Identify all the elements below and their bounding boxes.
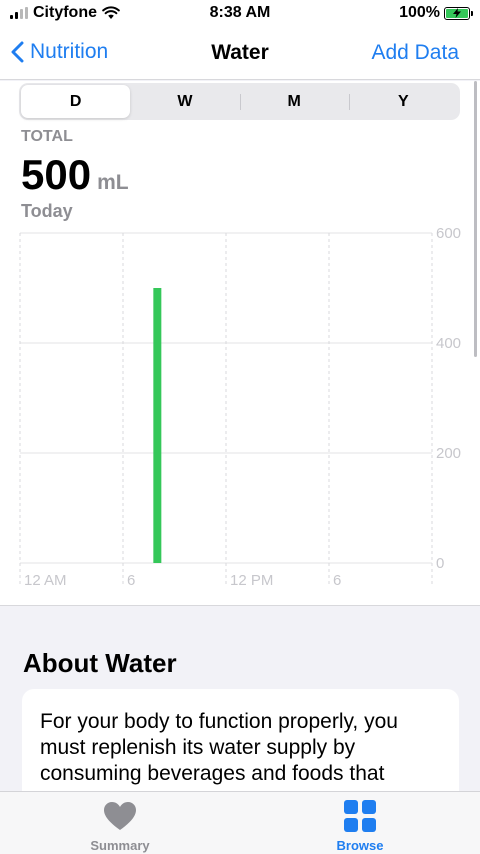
total-date: Today <box>21 201 73 221</box>
total-label: TOTAL <box>21 128 73 145</box>
total-value: 500 mL <box>21 151 129 199</box>
status-left: Cityfone <box>10 4 120 22</box>
total-unit: mL <box>97 171 129 194</box>
y-tick-label: 0 <box>436 555 444 572</box>
y-tick-label: 200 <box>436 445 461 462</box>
tab-summary-label: Summary <box>90 838 150 853</box>
tab-bar: Summary Browse <box>0 791 480 854</box>
water-chart[interactable]: 600 400 200 0 12 AM 6 12 PM 6 <box>0 225 480 605</box>
x-tick-label: 6 <box>127 572 135 589</box>
tab-summary[interactable]: Summary <box>0 792 240 854</box>
total-number: 500 <box>21 151 92 198</box>
grid-icon <box>342 798 378 834</box>
add-data-button[interactable]: Add Data <box>371 41 459 65</box>
about-text: For your body to function properly, you … <box>40 710 398 785</box>
x-tick-label: 6 <box>333 572 341 589</box>
period-segmented-control: D W M Y <box>19 83 460 120</box>
segment-week[interactable]: W <box>130 85 239 118</box>
water-bar <box>153 288 162 563</box>
status-right: 100% <box>399 4 473 22</box>
chevron-left-icon <box>11 41 24 63</box>
about-title: About Water <box>23 648 177 678</box>
x-tick-label: 12 PM <box>230 572 273 589</box>
status-bar: Cityfone 8:38 AM 100% <box>0 0 480 28</box>
signal-icon <box>10 7 28 19</box>
y-tick-label: 600 <box>436 225 461 242</box>
segment-year[interactable]: Y <box>348 85 458 118</box>
segment-day[interactable]: D <box>21 85 131 118</box>
y-tick-label: 400 <box>436 335 461 352</box>
segment-month[interactable]: M <box>239 85 349 118</box>
carrier-name: Cityfone <box>33 4 97 21</box>
wifi-icon <box>102 6 120 19</box>
chart-card: D W M Y TOTAL 500 mL Today 600 400 200 0 12 … <box>0 81 480 606</box>
heart-icon <box>102 798 138 834</box>
tab-browse-label: Browse <box>336 838 384 853</box>
back-button[interactable]: Nutrition <box>10 40 108 64</box>
back-button-label: Nutrition <box>30 40 109 63</box>
battery-charging-icon <box>444 6 473 20</box>
x-tick-label: 12 AM <box>24 572 67 589</box>
navigation-bar: Nutrition Water Add Data <box>0 28 480 80</box>
tab-browse[interactable]: Browse <box>240 792 480 854</box>
battery-percent: 100% <box>399 4 440 21</box>
